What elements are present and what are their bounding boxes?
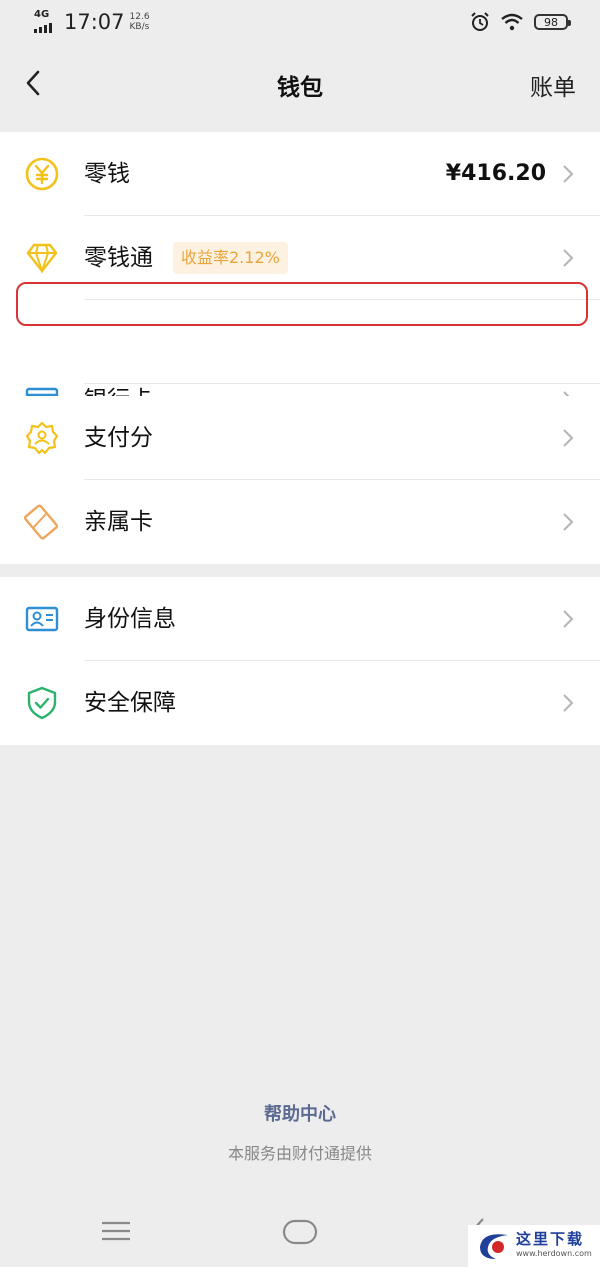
wifi-icon [501,13,523,31]
family-card-row[interactable]: 亲属卡 [0,480,600,564]
yen-coin-icon [25,157,59,191]
signal-bars-icon [34,23,52,33]
network-type: 4G [34,9,50,20]
watermark: 这里下载 www.herdown.com [468,1225,600,1267]
balance-label: 零钱 [84,161,130,187]
network-speed: 12.6 KB/s [130,12,150,32]
diamond-icon [26,243,58,275]
yield-badge: 收益率2.12% [173,242,288,274]
identity-label: 身份信息 [84,606,176,632]
battery-indicator: 98 [534,14,571,30]
page-title: 钱包 [277,75,323,101]
wallet-group-services: 支付分 亲属卡 [0,396,600,564]
speed-value: 12.6 [129,12,150,22]
status-left: 4G 17:07 12.6 KB/s [34,9,150,34]
signal-indicator: 4G [34,9,58,33]
chevron-right-icon [563,429,574,447]
nav-bar: 钱包 账单 [0,48,600,120]
watermark-brand: 这里下载 [516,1230,585,1248]
menu-icon[interactable] [100,1219,132,1243]
score-label: 支付分 [84,425,153,451]
home-icon[interactable] [282,1219,318,1245]
bill-button[interactable]: 账单 [530,68,576,102]
family-card-label: 亲属卡 [84,509,153,535]
help-center-link[interactable]: 帮助中心 [0,1100,600,1126]
wallet-group-security: 身份信息 安全保障 [0,577,600,745]
chevron-right-icon [563,610,574,628]
badge-star-icon [25,421,59,455]
security-row[interactable]: 安全保障 [0,661,600,745]
chevron-right-icon [563,165,574,183]
chevron-right-icon [563,249,574,267]
security-label: 安全保障 [84,690,176,716]
balance-amount: ¥416.20 [445,161,546,186]
provider-note: 本服务由财付通提供 [227,1144,372,1163]
status-right: 98 [470,12,571,32]
watermark-url: www.herdown.com [516,1249,592,1258]
score-row[interactable]: 支付分 [0,396,600,480]
highlight-frame [16,282,588,326]
watermark-logo-icon [480,1234,508,1259]
chevron-right-icon [563,513,574,531]
clock: 17:07 [64,10,125,34]
chevron-right-icon [563,694,574,712]
shield-check-icon [27,686,57,720]
alarm-icon [471,12,489,31]
identity-row[interactable]: 身份信息 [0,577,600,661]
id-card-icon [25,606,59,632]
family-card-icon [24,504,59,540]
speed-unit: KB/s [129,22,150,32]
balance-row[interactable]: 零钱 ¥416.20 [0,132,600,216]
status-bar: 4G 17:07 12.6 KB/s 98 [0,0,600,48]
